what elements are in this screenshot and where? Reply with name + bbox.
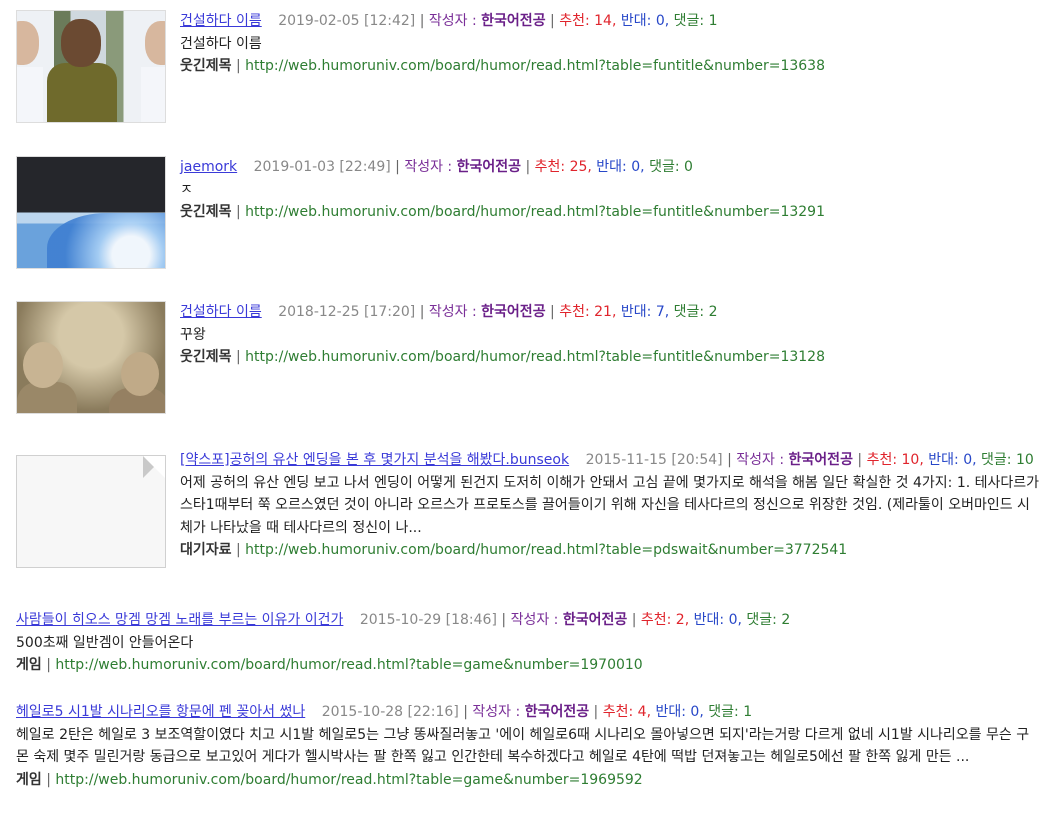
result-title-link[interactable]: 헤일로5 시1발 시나리오를 항문에 펜 꽂아서 썼나 bbox=[16, 704, 305, 720]
result-category: 웃긴제목 bbox=[180, 349, 232, 365]
recommend-label: 추천: bbox=[534, 159, 566, 175]
recommend-count: 21 bbox=[594, 304, 612, 320]
result-title-link[interactable]: jaemork bbox=[180, 159, 237, 175]
recommend-count: 4 bbox=[637, 704, 647, 720]
result-title-link[interactable]: 사람들이 히오스 망겜 망겜 노래를 부르는 이유가 이건가 bbox=[16, 612, 343, 628]
recommend-label: 추천: bbox=[559, 13, 590, 29]
result-description: 어제 공허의 유산 엔딩 보고 나서 엔딩이 어떻게 된건지 도저히 이해가 안… bbox=[180, 474, 1040, 536]
result-date: 2015-10-29 [18:46] bbox=[359, 612, 497, 628]
comment-count: 2 bbox=[781, 612, 791, 628]
comment-count: 0 bbox=[684, 159, 693, 175]
result-title-link[interactable]: [약스포]공허의 유산 엔딩을 본 후 몇가지 분석을 해봤다.bunseok bbox=[180, 452, 569, 468]
result-thumbnail[interactable] bbox=[16, 301, 166, 414]
author-label: 작성자 : bbox=[510, 612, 559, 628]
result-title-link[interactable]: 건설하다 이름 bbox=[180, 304, 262, 320]
result-url: http://web.humoruniv.com/board/humor/rea… bbox=[245, 204, 825, 220]
author-label: 작성자 : bbox=[428, 13, 477, 29]
comment-label: 댓글: bbox=[746, 612, 777, 628]
comment-label: 댓글: bbox=[708, 704, 739, 720]
recommend-label: 추천: bbox=[602, 704, 634, 720]
recommend-count: 25 bbox=[569, 159, 588, 175]
result-url: http://web.humoruniv.com/board/humor/rea… bbox=[55, 771, 643, 788]
result-date: 2019-01-03 [22:49] bbox=[253, 159, 391, 175]
result-date: 2018-12-25 [17:20] bbox=[278, 304, 416, 320]
oppose-count: 0 bbox=[655, 13, 665, 29]
oppose-count: 0 bbox=[690, 704, 700, 720]
comment-count: 1 bbox=[708, 13, 718, 29]
recommend-count: 2 bbox=[675, 612, 685, 628]
recommend-label: 추천: bbox=[559, 304, 590, 320]
result-title-link[interactable]: 건설하다 이름 bbox=[180, 13, 262, 29]
search-results: 건설하다 이름 2019-02-05 [12:42] | 작성자 : 한국어전공… bbox=[0, 0, 1049, 819]
oppose-count: 0 bbox=[963, 452, 973, 468]
oppose-count: 0 bbox=[631, 159, 641, 175]
result-category: 게임 bbox=[16, 657, 42, 673]
author-name: 한국어전공 bbox=[788, 452, 853, 468]
oppose-label: 반대: bbox=[693, 612, 725, 628]
author-label: 작성자 : bbox=[404, 159, 453, 175]
author-label: 작성자 : bbox=[736, 452, 785, 468]
result-category: 게임 bbox=[16, 771, 42, 788]
comment-label: 댓글: bbox=[649, 159, 680, 175]
recommend-label: 추천: bbox=[640, 612, 672, 628]
result-description: 500초째 일반겜이 안들어온다 bbox=[16, 634, 194, 651]
author-label: 작성자 : bbox=[472, 704, 521, 720]
result-category: 대기자료 bbox=[180, 542, 232, 558]
result-url: http://web.humoruniv.com/board/humor/rea… bbox=[245, 542, 848, 558]
result-description: 헤일로 2탄은 헤일로 3 보조역할이였다 치고 시1발 헤일로5는 그냥 똥싸… bbox=[16, 726, 1030, 766]
comment-label: 댓글: bbox=[673, 13, 705, 29]
result-category: 웃긴제목 bbox=[180, 58, 232, 74]
result-category: 웃긴제목 bbox=[180, 204, 232, 220]
comment-count: 2 bbox=[708, 304, 718, 320]
oppose-label: 반대: bbox=[928, 452, 959, 468]
oppose-label: 반대: bbox=[620, 304, 652, 320]
result-description: 건설하다 이름 bbox=[180, 35, 262, 52]
oppose-count: 7 bbox=[655, 304, 665, 320]
comment-count: 10 bbox=[1015, 452, 1034, 468]
result-thumbnail[interactable] bbox=[16, 10, 166, 123]
recommend-count: 14 bbox=[594, 13, 612, 29]
result-date: 2015-10-28 [22:16] bbox=[321, 704, 459, 720]
recommend-count: 10 bbox=[901, 452, 920, 468]
result-description: 꾸왕 bbox=[180, 326, 206, 343]
comment-label: 댓글: bbox=[981, 452, 1012, 468]
result-url: http://web.humoruniv.com/board/humor/rea… bbox=[245, 349, 825, 365]
result-date: 2019-02-05 [12:42] bbox=[278, 13, 416, 29]
author-label: 작성자 : bbox=[428, 304, 477, 320]
author-name: 한국어전공 bbox=[524, 704, 590, 720]
author-name: 한국어전공 bbox=[481, 304, 546, 320]
result-thumbnail[interactable] bbox=[16, 156, 166, 269]
placeholder-document-icon[interactable] bbox=[16, 455, 166, 568]
result-date: 2015-11-15 [20:54] bbox=[585, 452, 723, 468]
oppose-label: 반대: bbox=[596, 159, 627, 175]
comment-label: 댓글: bbox=[673, 304, 705, 320]
oppose-label: 반대: bbox=[620, 13, 652, 29]
result-url: http://web.humoruniv.com/board/humor/rea… bbox=[245, 58, 825, 74]
author-name: 한국어전공 bbox=[456, 159, 521, 175]
recommend-label: 추천: bbox=[866, 452, 898, 468]
result-description: ㅈ bbox=[180, 181, 193, 198]
author-name: 한국어전공 bbox=[481, 13, 546, 29]
comment-count: 1 bbox=[743, 704, 753, 720]
author-name: 한국어전공 bbox=[562, 612, 628, 628]
result-url: http://web.humoruniv.com/board/humor/rea… bbox=[55, 657, 643, 673]
oppose-label: 반대: bbox=[655, 704, 686, 720]
